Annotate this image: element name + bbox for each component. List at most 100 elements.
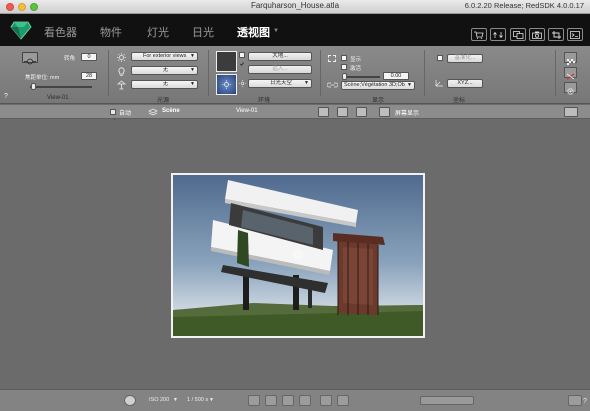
fov-icon[interactable] [337,395,349,406]
help-icon[interactable]: ? [4,93,8,100]
app-logo-icon [10,21,32,40]
view-name-label: View-01 [47,95,69,101]
scene-layers-icon [148,108,158,116]
import-button[interactable]: 远入... [248,65,312,74]
lighting-section-label: 光源 [157,98,170,104]
frame-view-icon[interactable] [318,107,329,117]
pan-icon[interactable] [282,395,294,406]
iso-value[interactable]: ISO 200 [149,397,169,403]
divider [208,50,209,96]
shutter-chevron-icon[interactable]: ▼ [209,397,214,403]
expand-view-icon[interactable] [356,107,367,117]
render-canvas[interactable] [0,120,590,388]
chevron-down-icon: ▼ [190,81,195,87]
auto-label: 自动 [119,111,132,117]
divider [424,50,425,96]
house-render-image [173,175,423,336]
display-section-label: 显示 [372,98,385,104]
focal-length-slider[interactable] [30,86,92,88]
view-name-display: View-01 [236,108,258,114]
display-layer-dropdown[interactable]: Scène;Végétation 3D;Ob ▼ [341,81,415,90]
light-option-dropdown[interactable]: 无 ▼ [131,66,198,75]
sun-icon [117,53,126,62]
chevron-down-icon: ▼ [407,82,412,88]
bulb-icon [118,67,125,76]
relative-coords-button[interactable]: 基准化... [447,54,483,63]
sky-thumbnail[interactable] [216,74,237,95]
sun-rays-icon [239,80,246,87]
screen-display-icon[interactable] [379,107,390,117]
color-correct-icon[interactable] [564,67,577,80]
progress-slider[interactable] [420,396,474,405]
lighting-preset-dropdown[interactable]: For exterior views ▼ [131,52,198,61]
tab-lights[interactable]: 灯光 [147,24,169,40]
link-icon [327,82,338,88]
lamp-option-dropdown[interactable]: 无 ▼ [131,80,198,89]
focal-slider-handle[interactable] [31,83,36,90]
display-slider-handle[interactable] [342,73,347,80]
display-value-input[interactable]: 0.00 [383,72,409,80]
viewport-menu-icon[interactable] [564,107,578,117]
iso-chevron-icon[interactable]: ▼ [173,397,178,403]
activate-label: 激活 [350,66,362,72]
xyz-button[interactable]: XYZ... [447,79,483,88]
shutter-value[interactable]: 1 / 500 s [187,397,208,403]
sky-type-value: 日光天空 [269,80,292,86]
scene-label[interactable]: Scène [162,108,180,114]
title-bar: Farquharson_House.atla 6.0.2.20 Release;… [0,0,590,14]
tab-more-chevron-icon[interactable]: ▼ [273,28,279,34]
lighting-preset-value: For exterior views [143,53,187,59]
focal-length-input[interactable]: 28 [81,72,97,80]
tab-sun[interactable]: 日光 [192,24,214,40]
chevron-down-icon: ▼ [190,67,195,73]
activate-checkbox[interactable] [341,64,347,70]
environment-enable-checkbox[interactable] [239,52,245,66]
aperture-icon[interactable] [124,395,136,406]
sky-type-dropdown[interactable]: 日光天空 ▼ [248,79,312,88]
chevron-down-icon: ▼ [304,80,309,86]
console-icon[interactable] [567,28,583,41]
chevron-down-icon: ▼ [190,53,195,59]
rotation-label: 转角 [64,56,76,62]
help-icon[interactable]: ? [583,398,587,405]
orbit-icon[interactable] [299,395,311,406]
camera-icon[interactable] [529,28,545,41]
bottom-menu-icon[interactable] [568,395,582,406]
sync-icon[interactable] [490,28,506,41]
camera-preset-icon[interactable] [22,52,38,65]
rotation-input[interactable]: 0 [81,53,97,61]
tab-perspective[interactable]: 透视图 [237,24,270,40]
lamp-icon [117,80,126,90]
undo-view-icon[interactable] [248,395,260,406]
environment-section-label: 环境 [258,98,271,104]
coords-checkbox[interactable] [437,55,443,61]
settings-gear-icon[interactable] [564,82,577,95]
atmosphere-button[interactable]: 大地... [248,52,312,61]
app-window: Farquharson_House.atla 6.0.2.20 Release;… [0,0,590,411]
light-option-value: 无 [162,67,169,73]
crop-icon[interactable] [548,28,564,41]
axes-icon [435,80,443,87]
auto-checkbox[interactable] [110,109,116,123]
zoom-icon[interactable] [265,395,277,406]
render-preview[interactable] [171,173,425,338]
screens-icon[interactable] [510,28,526,41]
settings-panel: 转角 0 焦距单位: mm 28 View-01 ? For exterior … [0,46,590,104]
divider [108,50,109,96]
display-slider[interactable] [342,76,380,78]
show-checkbox[interactable] [341,55,347,61]
cart-icon[interactable] [471,28,487,41]
tab-objects[interactable]: 物件 [100,24,122,40]
display-layer-value: Scène;Végétation 3D;Ob [344,82,405,88]
divider [320,50,321,96]
checker-tool-icon[interactable] [564,52,577,65]
viewport-toolbar: 自动 Scène View-01 屏幕显示 [0,105,590,123]
grid-display-icon [328,55,336,62]
environment-thumbnail[interactable] [216,51,237,72]
lamp-option-value: 无 [162,81,169,87]
tab-shaders[interactable]: 看色器 [44,24,77,40]
focal-length-label: 焦距单位: mm [25,75,60,81]
main-tab-bar: 看色器 物件 灯光 日光 透视图 ▼ [0,14,590,46]
walk-icon[interactable] [320,395,332,406]
fit-view-icon[interactable] [337,107,348,117]
